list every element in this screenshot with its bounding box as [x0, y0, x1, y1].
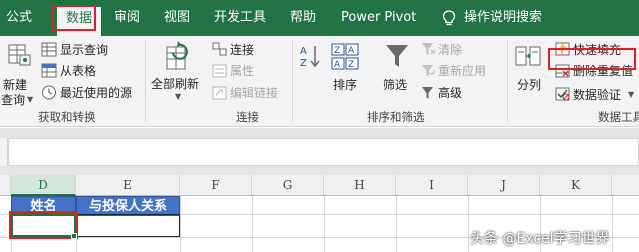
- filter-funnel-icon: [386, 45, 408, 67]
- show-queries-icon: [41, 42, 57, 57]
- tab-view[interactable]: 视图: [164, 0, 190, 36]
- lightbulb-icon: [442, 10, 456, 26]
- svg-text:Z: Z: [348, 60, 354, 70]
- refresh-all-dropdown-icon[interactable]: ▼: [175, 92, 181, 101]
- column-header-d[interactable]: D: [11, 175, 76, 196]
- text-to-columns-button[interactable]: 分列: [517, 76, 541, 93]
- ribbon-panel: 新建 查询 ▼ 显示查询 从表格 最近使用的源 获取和转换 全部刷新 ▼ 连接 …: [0, 36, 639, 127]
- column-header-f[interactable]: F: [180, 175, 252, 196]
- svg-text:A: A: [300, 46, 307, 57]
- column-header-g[interactable]: G: [252, 175, 324, 196]
- grid-line: [396, 196, 397, 252]
- grid-line: [612, 196, 613, 252]
- advanced-button[interactable]: 高级: [438, 84, 462, 102]
- column-header-h[interactable]: H: [324, 175, 396, 196]
- group-separator: [292, 40, 293, 122]
- select-all-corner[interactable]: [0, 175, 11, 196]
- data-validation-icon: [555, 87, 570, 101]
- group-label-sort-filter: 排序和筛选: [367, 110, 425, 124]
- reapply-button[interactable]: 重新应用: [438, 62, 486, 80]
- recent-sources-icon: [42, 85, 56, 100]
- grid-line: [468, 196, 469, 252]
- data-validation-dropdown-icon[interactable]: ▼: [628, 86, 634, 104]
- name-box-edge: [0, 138, 8, 166]
- recent-sources-button[interactable]: 最近使用的源: [60, 84, 132, 102]
- refresh-all-icon: [166, 41, 188, 70]
- svg-text:Z: Z: [334, 46, 340, 56]
- from-table-button[interactable]: 从表格: [60, 62, 96, 80]
- tab-developer[interactable]: 开发工具: [214, 0, 266, 36]
- show-queries-button[interactable]: 显示查询: [60, 41, 108, 59]
- fill-handle[interactable]: [71, 233, 77, 239]
- new-query-button-line2[interactable]: 查询: [1, 91, 25, 108]
- text-to-columns-icon: [515, 46, 541, 66]
- edit-links-icon: [212, 86, 227, 100]
- column-header-partial[interactable]: [612, 175, 639, 196]
- clear-button[interactable]: 清除: [438, 41, 462, 59]
- properties-button[interactable]: 属性: [230, 62, 254, 80]
- connections-button[interactable]: 连接: [230, 41, 254, 59]
- formula-gap: [0, 166, 639, 175]
- new-query-dropdown-icon[interactable]: ▼: [27, 95, 33, 104]
- data-validation-highlight: [548, 48, 636, 70]
- tab-data-highlight: [52, 5, 96, 31]
- svg-text:A: A: [348, 46, 355, 56]
- filter-button[interactable]: 筛选: [383, 76, 407, 93]
- sort-az-icon: A Z: [300, 46, 320, 69]
- column-header-j[interactable]: J: [468, 175, 540, 196]
- column-header-k[interactable]: K: [540, 175, 612, 196]
- tab-formulas[interactable]: 公式: [6, 0, 32, 36]
- advanced-filter-icon: [422, 87, 433, 99]
- group-label-data-tools: 数据工具: [598, 110, 639, 124]
- new-query-icon: [8, 44, 31, 66]
- refresh-all-button[interactable]: 全部刷新: [151, 75, 199, 92]
- grid-line: [180, 196, 181, 252]
- group-label-get-transform: 获取和转换: [38, 110, 96, 124]
- svg-text:A: A: [334, 60, 341, 70]
- grid-line: [324, 196, 325, 252]
- active-cell-highlight: [9, 211, 78, 239]
- cell-e-selected[interactable]: [76, 214, 180, 237]
- column-header-i[interactable]: I: [396, 175, 468, 196]
- data-validation-button[interactable]: 数据验证: [573, 86, 621, 104]
- group-label-connections: 连接: [236, 110, 259, 124]
- tab-power-pivot[interactable]: Power Pivot: [341, 0, 416, 36]
- from-table-icon: [41, 63, 57, 78]
- sort-button[interactable]: 排序: [333, 76, 357, 93]
- column-header-e[interactable]: E: [76, 175, 180, 196]
- edit-links-button[interactable]: 编辑链接: [230, 84, 278, 102]
- properties-icon: [212, 64, 227, 78]
- tell-me-search[interactable]: 操作说明搜索: [464, 0, 542, 36]
- watermark-text: 头条 @Excel学习世界: [470, 231, 610, 247]
- sort-custom-icon: Z A A Z: [331, 43, 359, 70]
- tab-review[interactable]: 审阅: [114, 0, 140, 36]
- formula-bar[interactable]: [8, 138, 639, 166]
- group-separator: [507, 40, 508, 122]
- tab-help[interactable]: 帮助: [290, 0, 316, 36]
- clear-filter-icon: [422, 43, 436, 55]
- svg-text:Z: Z: [300, 58, 307, 69]
- connections-icon: [212, 42, 227, 56]
- cell-e-header[interactable]: 与投保人关系: [76, 196, 180, 216]
- grid-line: [252, 196, 253, 252]
- reapply-icon: [422, 65, 435, 77]
- group-separator: [145, 40, 146, 122]
- ribbon-gap: [0, 128, 639, 138]
